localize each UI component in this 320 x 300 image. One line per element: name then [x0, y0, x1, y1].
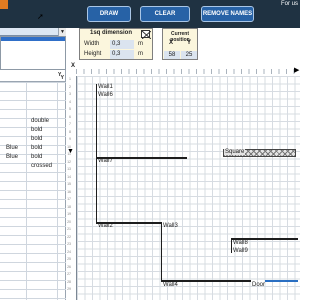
mouse-pointer-icon: ➚ — [37, 12, 44, 21]
x-axis-label: X — [71, 63, 76, 69]
y-label: Y — [187, 40, 192, 46]
grid-divider — [26, 82, 27, 300]
row-number: 5 — [69, 107, 71, 111]
row-number: 17 — [67, 197, 71, 201]
row-number: 2 — [69, 84, 71, 89]
grid-divider — [57, 82, 58, 300]
top-toolbar: DRAW CLEAR REMOVE NAMES For us — [0, 0, 300, 28]
height-row: Height 0,3 m — [82, 50, 152, 59]
row-number: 13 — [67, 167, 71, 171]
vertical-ruler: 1 2 3 4 5 6 7 8 9 10 11 12 13 14 15 16 17 18 19 20 21 22 23 24 2… — [62, 76, 71, 300]
x-label: X — [169, 40, 174, 46]
remove-names-button[interactable]: REMOVE NAMES — [201, 6, 254, 22]
row-number: 24 — [67, 249, 71, 254]
item-selector[interactable]: ▼ — [0, 28, 66, 36]
row-number: 1 — [69, 77, 71, 81]
row-number: 25 — [67, 257, 71, 261]
height-label: Height — [84, 51, 102, 57]
wall-line — [231, 238, 232, 253]
wall-line — [96, 84, 97, 157]
row-number: 6 — [69, 114, 71, 119]
row-number: 3 — [69, 92, 71, 96]
clear-button[interactable]: CLEAR — [140, 6, 190, 22]
row-number: 14 — [67, 174, 71, 179]
width-field[interactable]: 0,3 — [110, 40, 134, 49]
accent-block — [0, 0, 8, 9]
line-style-cell[interactable]: crossed — [31, 163, 52, 169]
width-unit: m — [138, 41, 143, 47]
line-style-cell[interactable]: bold — [31, 136, 42, 142]
row-number: 16 — [67, 189, 71, 194]
left-data-grid: double bold bold Blue bold Blue bold cro… — [0, 82, 66, 300]
arrow-down-icon: ▼ — [67, 148, 74, 155]
left-header: Y — [0, 75, 66, 82]
height-unit: m — [138, 51, 143, 57]
row-number: 29 — [67, 287, 71, 291]
wall1-label: Wall1 — [98, 84, 113, 90]
dropdown-highlight[interactable] — [1, 37, 65, 41]
dropdown-list[interactable] — [0, 36, 66, 70]
row-number: 21 — [67, 227, 71, 231]
y-value: 25 — [181, 51, 197, 59]
row-number: 26 — [67, 264, 71, 269]
arrow-right-icon: ▶ — [294, 67, 300, 74]
row-number: 23 — [67, 242, 71, 246]
y-axis-label: Y — [58, 72, 62, 78]
line-style-cell[interactable]: bold — [31, 154, 42, 160]
row-number: 7 — [69, 122, 71, 126]
close-icon[interactable] — [141, 30, 151, 39]
line-style-cell[interactable]: bold — [31, 127, 42, 133]
top-note: For us — [280, 1, 298, 7]
color-cell[interactable]: Blue — [6, 154, 18, 160]
horizontal-ruler — [76, 69, 300, 74]
line-style-cell[interactable]: bold — [31, 145, 42, 151]
row-number: 9 — [69, 137, 71, 141]
wall4-label: Wall4 — [163, 282, 178, 288]
row-number: 8 — [69, 129, 71, 134]
width-row: Width 0,3 m — [82, 40, 152, 49]
row-number: 28 — [67, 279, 71, 284]
chevron-down-icon[interactable]: ▼ — [58, 28, 66, 36]
wall8-label: Wall8 — [233, 240, 248, 246]
row-number: 18 — [67, 204, 71, 209]
door-label: Door — [252, 282, 266, 288]
left-panel: ▼ Y double bold bold Blue bold Blue bold… — [0, 28, 66, 300]
door-line — [265, 280, 298, 282]
current-position-panel: Current position X Y 58 25 — [162, 28, 198, 60]
row-number: 20 — [67, 219, 71, 224]
wall6-label: Wall6 — [98, 92, 113, 98]
drawing-canvas[interactable] — [76, 76, 300, 300]
line-style-cell[interactable]: double — [31, 118, 49, 124]
square-label: Square — [224, 149, 246, 155]
row-number: 12 — [67, 159, 71, 164]
wall-line — [161, 222, 162, 280]
wall3-label: Wall3 — [163, 223, 178, 229]
wall7-label: Wall7 — [98, 158, 113, 164]
row-number: 15 — [67, 182, 71, 186]
dimension-title: 1sq dimension — [89, 30, 132, 36]
row-number: 27 — [67, 272, 71, 276]
x-value: 58 — [164, 51, 180, 59]
row-number: 22 — [67, 234, 71, 239]
draw-button[interactable]: DRAW — [87, 6, 131, 22]
wall9-label: Wall9 — [233, 248, 248, 254]
height-field[interactable]: 0,3 — [110, 50, 134, 59]
row-number: 4 — [69, 99, 71, 104]
color-cell[interactable]: Blue — [6, 145, 18, 151]
dimension-panel: 1sq dimension Width 0,3 m Height 0,3 m — [79, 28, 153, 60]
wall-line — [96, 157, 97, 223]
width-label: Width — [84, 41, 100, 47]
row-number: 19 — [67, 212, 71, 216]
wall2-label: Wall2 — [98, 223, 113, 229]
